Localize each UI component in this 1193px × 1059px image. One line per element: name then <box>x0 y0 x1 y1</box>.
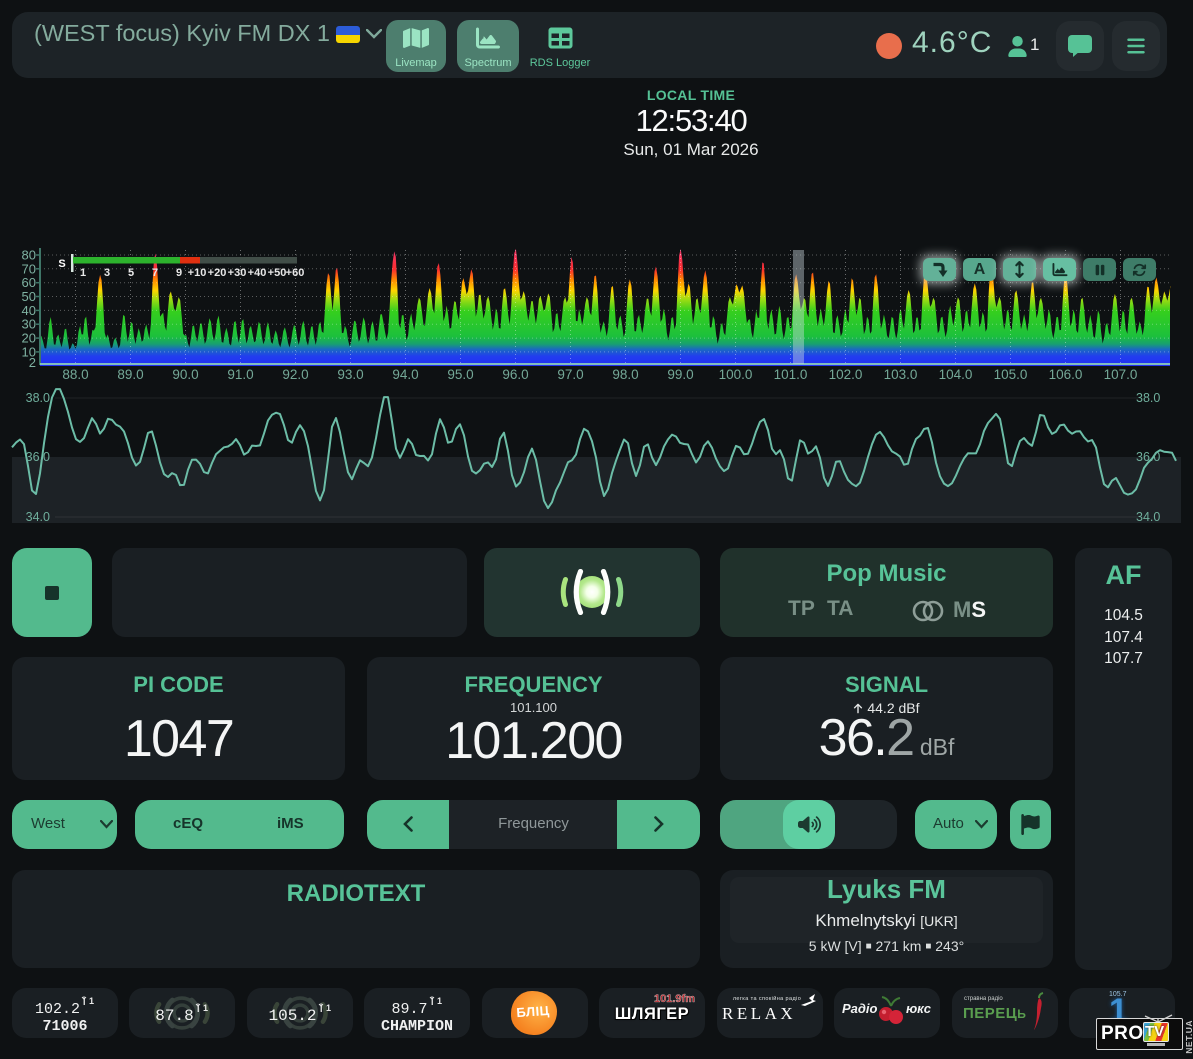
svg-text:50: 50 <box>22 289 36 304</box>
svg-text:34.0: 34.0 <box>1136 510 1160 524</box>
svg-text:+20: +20 <box>208 267 227 279</box>
svg-text:96.0: 96.0 <box>502 367 528 382</box>
svg-text:38.0: 38.0 <box>26 391 50 405</box>
svg-text:91.0: 91.0 <box>227 367 253 382</box>
svg-text:7: 7 <box>152 267 158 279</box>
svg-text:94.0: 94.0 <box>392 367 418 382</box>
svg-text:+50: +50 <box>268 267 287 279</box>
svg-text:80: 80 <box>22 248 36 263</box>
svg-text:36.0: 36.0 <box>1136 450 1160 464</box>
svg-text:5: 5 <box>128 267 134 279</box>
svg-text:+60: +60 <box>286 267 305 279</box>
svg-text:102.0: 102.0 <box>829 367 863 382</box>
svg-text:9: 9 <box>176 267 182 279</box>
svg-text:2: 2 <box>29 355 36 370</box>
svg-text:+10: +10 <box>188 267 207 279</box>
svg-text:+30: +30 <box>228 267 247 279</box>
svg-text:99.0: 99.0 <box>667 367 693 382</box>
svg-text:88.0: 88.0 <box>62 367 88 382</box>
svg-text:104.0: 104.0 <box>939 367 973 382</box>
svg-text:100.0: 100.0 <box>719 367 753 382</box>
svg-text:40: 40 <box>22 303 36 318</box>
svg-text:38.0: 38.0 <box>1136 391 1160 405</box>
svg-text:1: 1 <box>80 267 86 279</box>
svg-text:S: S <box>58 258 65 270</box>
svg-text:107.0: 107.0 <box>1104 367 1138 382</box>
svg-text:20: 20 <box>22 331 36 346</box>
svg-text:3: 3 <box>104 267 110 279</box>
svg-text:95.0: 95.0 <box>447 367 473 382</box>
svg-text:106.0: 106.0 <box>1049 367 1083 382</box>
svg-text:97.0: 97.0 <box>557 367 583 382</box>
svg-text:1: 1 <box>203 1003 208 1013</box>
svg-text:30: 30 <box>22 317 36 332</box>
svg-text:70: 70 <box>22 261 36 276</box>
svg-text:1: 1 <box>437 996 442 1006</box>
svg-text:101.0: 101.0 <box>774 367 808 382</box>
svg-text:90.0: 90.0 <box>172 367 198 382</box>
svg-text:36.0: 36.0 <box>26 450 50 464</box>
svg-text:60: 60 <box>22 275 36 290</box>
svg-text:105.0: 105.0 <box>994 367 1028 382</box>
svg-text:93.0: 93.0 <box>337 367 363 382</box>
svg-text:1: 1 <box>89 996 94 1006</box>
svg-text:92.0: 92.0 <box>282 367 308 382</box>
svg-text:98.0: 98.0 <box>612 367 638 382</box>
svg-text:+40: +40 <box>248 267 267 279</box>
svg-text:103.0: 103.0 <box>884 367 918 382</box>
svg-text:34.0: 34.0 <box>26 510 50 524</box>
svg-text:1: 1 <box>326 1003 331 1013</box>
svg-text:89.0: 89.0 <box>117 367 143 382</box>
